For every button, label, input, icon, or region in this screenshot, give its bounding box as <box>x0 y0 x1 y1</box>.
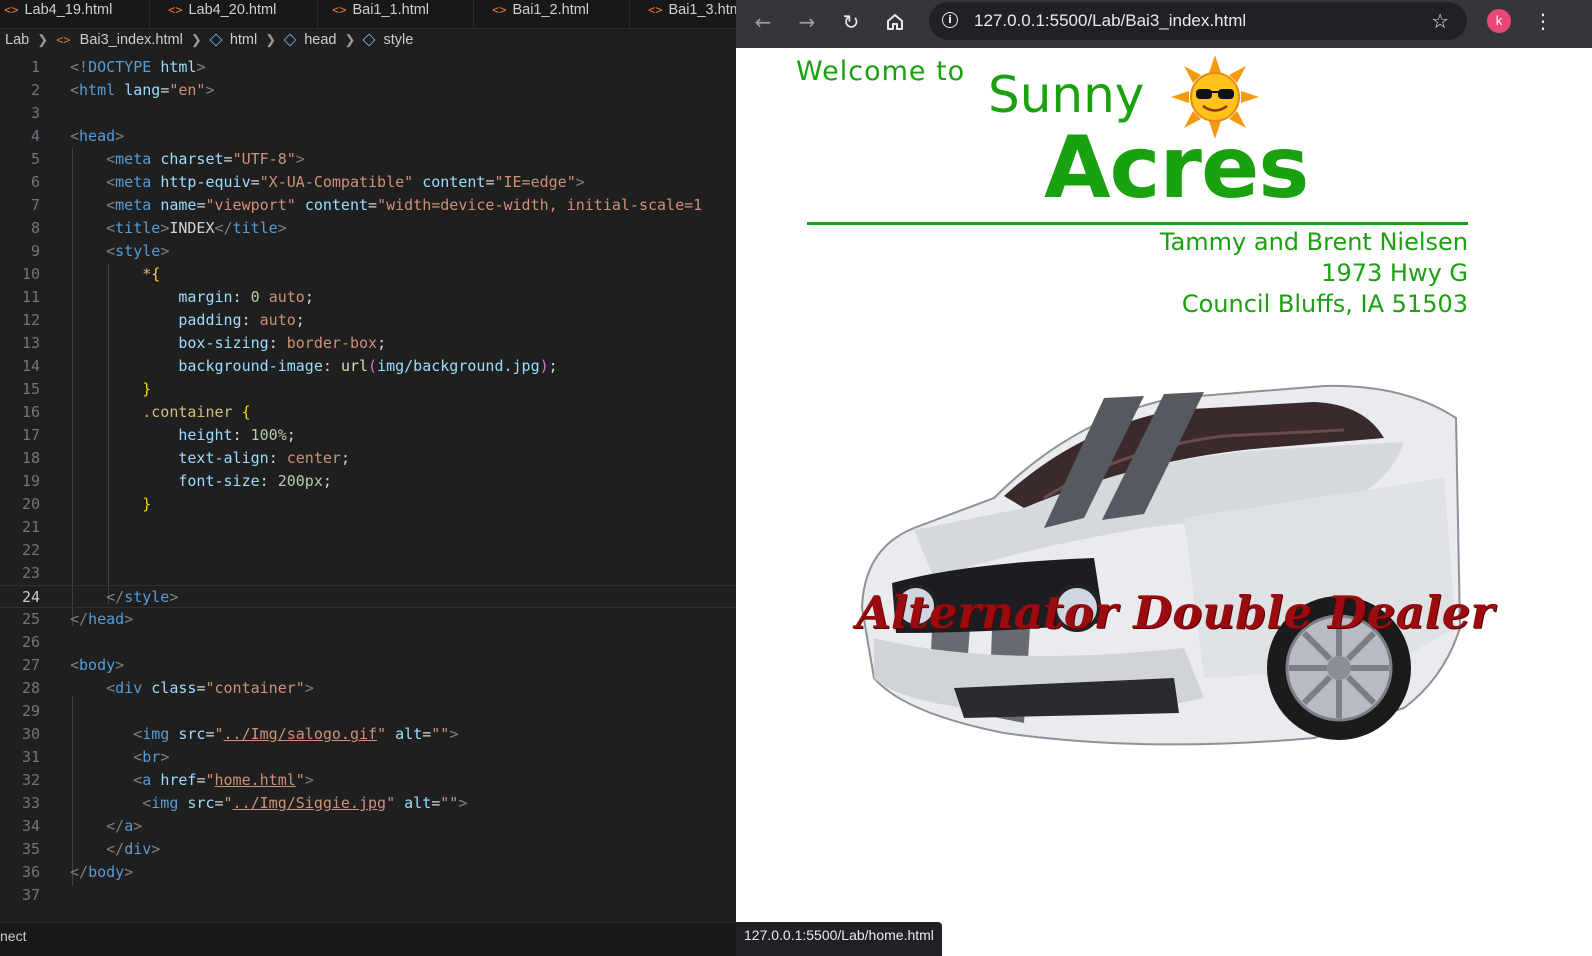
chevron-right-icon: ❯ <box>265 32 277 48</box>
code-line: 32 <a href="home.html"> <box>21 771 314 789</box>
logo-welcome-text: Welcome to <box>796 56 966 87</box>
code-line: 14 background-image: url(img/background.… <box>21 357 558 375</box>
code-line: 20 } <box>21 495 152 513</box>
code-line: 11 margin: 0 auto; <box>21 288 314 306</box>
code-line: 28 <div class="container"> <box>21 679 314 697</box>
tab-bai1-2[interactable]: <> Bai1_2.html <box>474 0 630 28</box>
breadcrumb-folder[interactable]: Lab <box>5 32 29 48</box>
element-cube-icon <box>209 33 223 47</box>
code-line: 1 <!DOCTYPE html> <box>30 58 206 76</box>
bookmark-star-icon[interactable]: ☆ <box>1431 2 1449 40</box>
chevron-right-icon: ❯ <box>344 32 356 48</box>
breadcrumb-file[interactable]: Bai3_index.html <box>80 32 183 48</box>
editor-status-bar: nect <box>0 922 736 956</box>
html-file-icon: <> <box>4 3 19 17</box>
breadcrumb-style[interactable]: style <box>384 32 414 48</box>
status-text[interactable]: nect <box>0 928 26 944</box>
url-text[interactable]: 127.0.0.1:5500/Lab/Bai3_index.html <box>974 2 1246 40</box>
breadcrumb-head[interactable]: head <box>304 32 336 48</box>
code-line: 10 *{ <box>21 265 161 283</box>
chevron-right-icon: ❯ <box>37 32 49 48</box>
html-file-icon: <> <box>56 33 71 48</box>
element-cube-icon <box>283 33 297 47</box>
slogan-text[interactable]: Alternator Double Dealer <box>856 586 1494 639</box>
browser-window: ← → ↻ i 127.0.0.1:5500/Lab/Bai3_index.ht… <box>736 0 1592 956</box>
breadcrumb-html[interactable]: html <box>230 32 257 48</box>
code-line: 9 <style> <box>30 242 170 260</box>
home-link-car-image[interactable] <box>844 378 1466 758</box>
element-cube-icon <box>363 33 376 47</box>
code-line: 17 height: 100%; <box>21 426 296 444</box>
logo-acres-text: Acres <box>1044 118 1309 218</box>
chevron-right-icon: ❯ <box>190 32 202 48</box>
code-line: 31 <br> <box>21 748 170 766</box>
car-image <box>860 384 1462 746</box>
home-button[interactable] <box>879 6 911 38</box>
kebab-menu-icon[interactable]: ⋮ <box>1533 8 1553 36</box>
code-line: 8 <title>INDEX</title> <box>30 219 287 237</box>
code-line: 29 <box>21 702 40 720</box>
tab-lab4-19[interactable]: <> Lab4_19.html <box>0 0 150 28</box>
html-file-icon: <> <box>168 3 183 17</box>
tab-bai1-1[interactable]: <> Bai1_1.html <box>318 0 474 28</box>
logo-owners: Tammy and Brent Nielsen <box>1159 228 1468 256</box>
code-line: 36 </body> <box>21 863 134 881</box>
logo-street: 1973 Hwy G <box>1321 259 1468 287</box>
breadcrumb: Lab ❯ <> Bai3_index.html ❯ html ❯ head ❯… <box>0 32 736 54</box>
home-icon <box>887 14 903 30</box>
code-line: 18 text-align: center; <box>21 449 350 467</box>
code-line: 35 </div> <box>21 840 161 858</box>
logo-sunny-text: Sunny <box>988 66 1145 124</box>
code-line: 34 </a> <box>21 817 143 835</box>
code-line: 2 <html lang="en"> <box>30 81 215 99</box>
code-line: 27 <body> <box>21 656 125 674</box>
logo-divider <box>807 222 1468 225</box>
html-file-icon: <> <box>648 3 663 17</box>
back-arrow-icon[interactable]: ← <box>747 6 779 38</box>
code-line: 16 .container { <box>21 403 251 421</box>
site-info-icon[interactable]: i <box>942 12 958 28</box>
code-line: 25 </head> <box>21 610 134 628</box>
code-line: 6 <meta http-equiv="X-UA-Compatible" con… <box>30 173 585 191</box>
code-area[interactable]: 1 <!DOCTYPE html> 2 <html lang="en"> 3 4 <h… <box>0 56 736 922</box>
page-viewport: Welcome to Sunny Acres Tammy and Brent N… <box>736 48 1592 956</box>
tab-bai1-3[interactable]: <> Bai1_3.htm <box>630 0 736 28</box>
code-line: 30 <img src="../Img/salogo.gif" alt=""> <box>21 725 459 743</box>
reload-icon[interactable]: ↻ <box>835 6 867 38</box>
code-line: 4 <head> <box>30 127 125 145</box>
code-editor[interactable]: <> Lab4_19.html <> Lab4_20.html <> Bai1_1.h… <box>0 0 736 956</box>
code-line: 37 <box>21 886 40 904</box>
code-line: 22 <box>21 541 40 559</box>
address-bar[interactable]: i 127.0.0.1:5500/Lab/Bai3_index.html ☆ <box>929 2 1467 40</box>
logo-city: Council Bluffs, IA 51503 <box>1181 290 1468 318</box>
html-file-icon: <> <box>332 3 347 17</box>
code-line: 5 <meta charset="UTF-8"> <box>30 150 305 168</box>
editor-tab-bar: <> Lab4_19.html <> Lab4_20.html <> Bai1_1.h… <box>0 0 736 29</box>
code-line: 13 box-sizing: border-box; <box>21 334 387 352</box>
code-line: 3 <box>30 104 40 122</box>
link-status-bubble: 127.0.0.1:5500/Lab/home.html <box>736 922 942 956</box>
tab-lab4-20[interactable]: <> Lab4_20.html <box>150 0 318 28</box>
code-line: 23 <box>21 564 40 582</box>
code-line: 12 padding: auto; <box>21 311 305 329</box>
html-file-icon: <> <box>492 3 507 17</box>
code-line: 7 <meta name="viewport" content="width=d… <box>30 196 703 214</box>
profile-avatar[interactable]: k <box>1487 9 1511 33</box>
forward-arrow-icon[interactable]: → <box>791 6 823 38</box>
code-line-current: 24 </style> <box>0 585 736 608</box>
code-line: 26 <box>21 633 40 651</box>
code-line: 21 <box>21 518 40 536</box>
code-line: 19 font-size: 200px; <box>21 472 332 490</box>
code-line: 33 <img src="../Img/Siggie.jpg" alt=""> <box>21 794 468 812</box>
browser-toolbar: ← → ↻ i 127.0.0.1:5500/Lab/Bai3_index.ht… <box>736 0 1592 48</box>
code-line: 15 } <box>21 380 152 398</box>
